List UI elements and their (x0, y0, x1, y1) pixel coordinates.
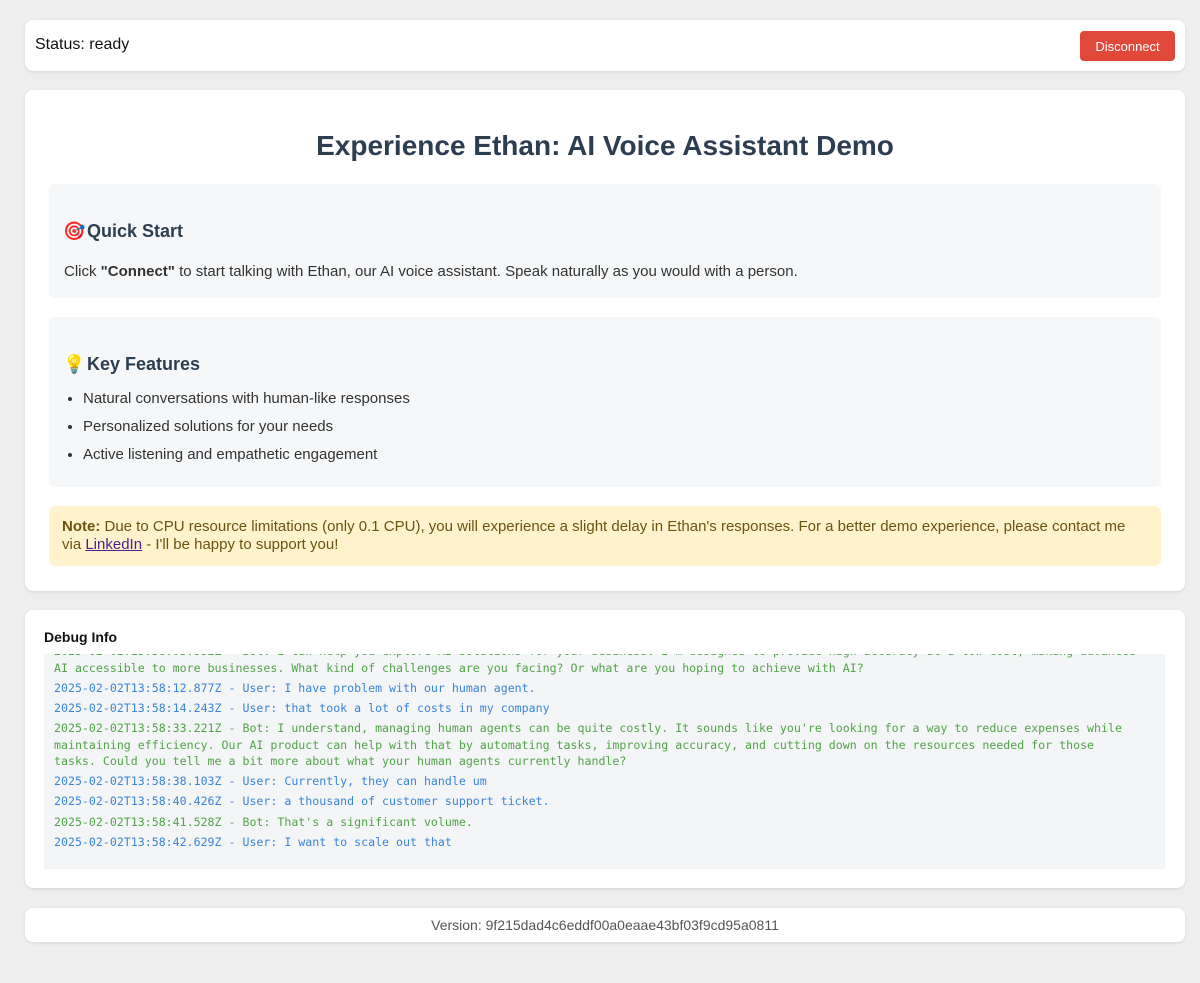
debug-log[interactable]: 2025-02-02T13:58:03.992Z - Bot: I can he… (44, 654, 1165, 869)
log-entry: 2025-02-02T13:58:14.243Z - User: that to… (54, 700, 550, 715)
note-text-end: - I'll be happy to support you! (142, 536, 339, 553)
status-bar: Status: ready Disconnect (25, 20, 1185, 71)
note-label: Note: (62, 518, 101, 535)
feature-item: Natural conversations with human-like re… (83, 389, 410, 417)
debug-panel: Debug Info 2025-02-02T13:58:03.992Z - Bo… (25, 610, 1185, 888)
feature-item: Personalized solutions for your needs (83, 417, 410, 445)
quick-start-text-after: to start talking with Ethan, our AI voic… (174, 263, 798, 280)
log-entry: 2025-02-02T13:58:12.877Z - User: I have … (54, 680, 536, 695)
log-entry: 2025-02-02T13:58:42.629Z - User: I want … (54, 834, 452, 849)
quick-start-section: 🎯Quick Start Click "Connect" to start ta… (49, 184, 1161, 298)
note-box: Note: Due to CPU resource limitations (o… (49, 506, 1161, 566)
debug-log-entries: 2025-02-02T13:58:03.992Z - Bot: I can he… (54, 654, 1141, 854)
debug-title: Debug Info (44, 629, 118, 645)
feature-item: Active listening and empathetic engageme… (83, 445, 410, 473)
main-panel: Experience Ethan: AI Voice Assistant Dem… (25, 90, 1185, 591)
quick-start-text: Click "Connect" to start talking with Et… (64, 263, 798, 280)
connect-keyword: "Connect" (100, 263, 175, 280)
status-text: Status: ready (35, 36, 130, 53)
log-entry: 2025-02-02T13:58:03.992Z - Bot: I can he… (54, 654, 1136, 675)
quick-start-text-before: Click (64, 263, 101, 280)
features-list: Natural conversations with human-like re… (64, 389, 410, 473)
log-entry: 2025-02-02T13:58:33.221Z - Bot: I unders… (54, 721, 1122, 769)
lightbulb-icon: 💡 (63, 354, 86, 374)
disconnect-button[interactable]: Disconnect (1080, 31, 1175, 61)
log-entry: 2025-02-02T13:58:41.528Z - Bot: That's a… (54, 814, 473, 829)
linkedin-link[interactable]: LinkedIn (85, 536, 142, 553)
key-features-heading: 💡Key Features (63, 354, 200, 375)
version-bar: Version: 9f215dad4c6eddf00a0eaae43bf03f9… (25, 908, 1185, 942)
key-features-section: 💡Key Features Natural conversations with… (49, 317, 1161, 487)
version-text: Version: 9f215dad4c6eddf00a0eaae43bf03f9… (431, 917, 779, 933)
quick-start-heading: 🎯Quick Start (63, 221, 183, 242)
quick-start-title: Quick Start (87, 221, 184, 241)
key-features-title: Key Features (87, 354, 201, 374)
log-entry: 2025-02-02T13:58:40.426Z - User: a thous… (54, 794, 550, 809)
log-entry: 2025-02-02T13:58:38.103Z - User: Current… (54, 774, 487, 789)
target-icon: 🎯 (63, 221, 86, 241)
page-title: Experience Ethan: AI Voice Assistant Dem… (316, 130, 894, 161)
